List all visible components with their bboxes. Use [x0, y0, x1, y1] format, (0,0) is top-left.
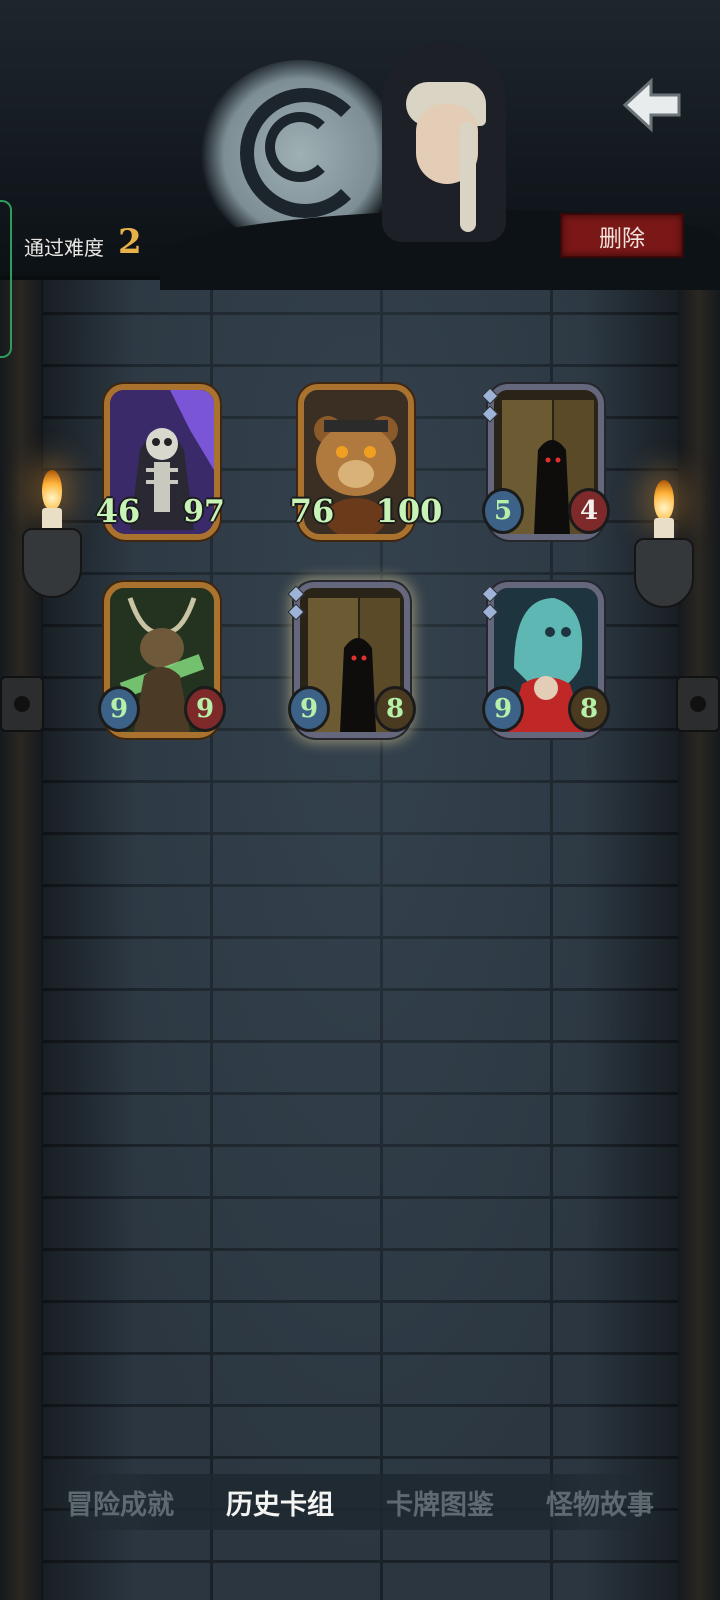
bottom-tab-bar: 冒险成就 历史卡组 卡牌图鉴 怪物故事	[40, 1474, 680, 1530]
card-shadow-door-lurker-selected[interactable]: 9 8	[287, 582, 416, 742]
card-health: 8	[374, 686, 416, 732]
wall-torch-right	[634, 480, 694, 630]
card-attack: 46	[95, 492, 141, 530]
card-attack: 9	[288, 686, 330, 732]
rarity-gems	[287, 585, 306, 624]
difficulty-label: 通过难度	[24, 236, 104, 260]
card-attack: 5	[482, 488, 524, 534]
side-drawer-handle[interactable]	[0, 200, 12, 358]
flame-icon	[654, 480, 674, 520]
card-horned-beast-shaman[interactable]: 9 9	[98, 582, 226, 742]
swirl-decoration	[265, 112, 335, 182]
difficulty-value: 2	[118, 222, 142, 262]
card-shadow-door-lurker[interactable]: 5 4	[481, 384, 610, 544]
flame-icon	[42, 470, 62, 510]
pillar-bracket	[676, 676, 720, 732]
tab-monster-stories[interactable]: 怪物故事	[536, 1477, 664, 1528]
tab-card-catalog[interactable]: 卡牌图鉴	[376, 1477, 504, 1528]
card-health: 8	[568, 686, 610, 732]
card-health: 4	[568, 488, 610, 534]
card-attack: 9	[98, 686, 140, 732]
profile-header: 通过难度 2 删除	[0, 0, 720, 358]
delete-button[interactable]: 删除	[560, 213, 684, 258]
rarity-gems	[481, 387, 500, 426]
card-health: 100	[375, 492, 443, 530]
hooded-girl-avatar	[382, 42, 506, 242]
rarity-gems	[481, 585, 500, 624]
card-health: 9	[184, 686, 226, 732]
back-button[interactable]	[620, 76, 684, 134]
card-attack: 9	[482, 686, 524, 732]
tab-adventure-achievements[interactable]: 冒险成就	[56, 1477, 184, 1528]
card-health: 97	[183, 493, 225, 529]
card-skeleton-reaper[interactable]: 46 97	[96, 384, 225, 544]
wall-torch-left	[22, 470, 82, 620]
card-armored-teddy-bear[interactable]: 76 100	[290, 384, 442, 544]
tab-history-decks[interactable]: 历史卡组	[216, 1477, 344, 1528]
card-attack: 76	[289, 492, 335, 530]
pillar-bracket	[0, 676, 44, 732]
back-arrow-icon	[622, 77, 681, 133]
card-ghost-and-vampire[interactable]: 9 8	[481, 582, 610, 742]
